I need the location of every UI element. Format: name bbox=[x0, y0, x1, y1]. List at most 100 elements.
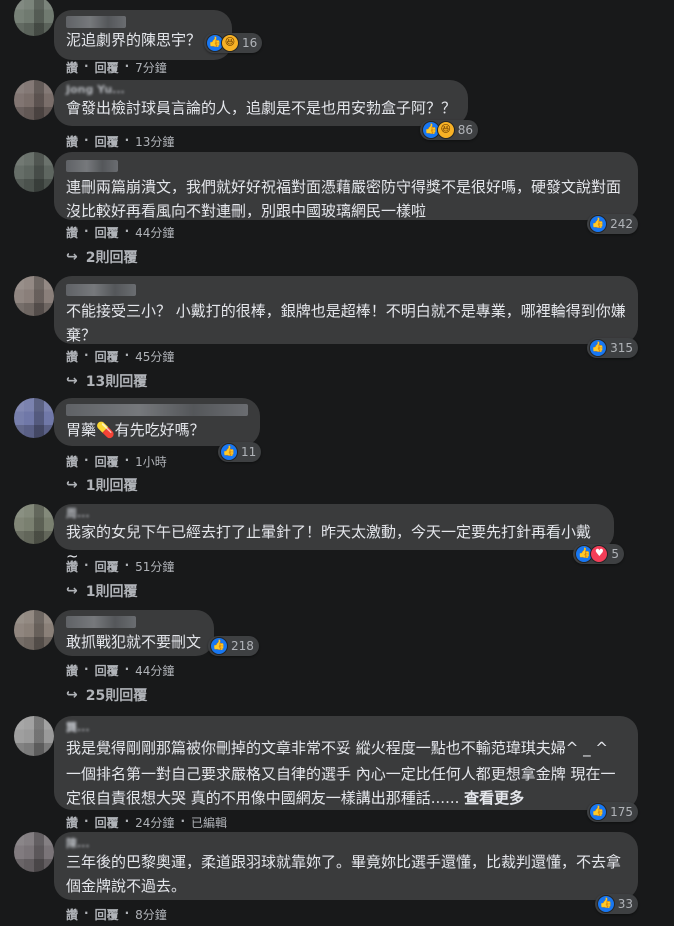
reply-link[interactable]: 回覆 bbox=[95, 662, 119, 679]
view-replies-link[interactable]: ↪ 25則回覆 bbox=[66, 685, 147, 705]
replies-count: 1則回覆 bbox=[85, 478, 138, 494]
reaction-summary[interactable]: 👍 😆 16 bbox=[204, 33, 263, 53]
comment-bubble: 泥追劇界的陳思宇？ 👍 😆 16 bbox=[54, 10, 263, 60]
avatar[interactable] bbox=[14, 276, 54, 316]
commenter-name-blurred[interactable] bbox=[66, 616, 136, 628]
reaction-count: 16 bbox=[242, 36, 258, 50]
avatar[interactable] bbox=[14, 398, 54, 438]
timestamp[interactable]: 8分鐘 bbox=[135, 906, 167, 923]
avatar[interactable] bbox=[14, 152, 54, 192]
commenter-name-blurred[interactable] bbox=[66, 404, 248, 416]
comment-bubble: Jong Yu... 會發出檢討球員言論的人，追劇是不是也用安勃盒子阿？？ 👍 😆… bbox=[54, 80, 478, 140]
comment-bubble: 胃藥💊有先吃好嗎？ 👍 11 bbox=[54, 398, 262, 462]
haha-icon: 😆 bbox=[436, 121, 455, 139]
timestamp[interactable]: 7分鐘 bbox=[135, 59, 167, 76]
timestamp[interactable]: 24分鐘 bbox=[135, 814, 174, 831]
avatar[interactable] bbox=[14, 716, 54, 756]
reaction-summary[interactable]: 👍 33 bbox=[594, 894, 638, 914]
avatar[interactable] bbox=[14, 832, 54, 872]
timestamp[interactable]: 44分鐘 bbox=[135, 662, 174, 679]
commenter-name[interactable]: 龔... bbox=[66, 722, 626, 734]
like-icon: 👍 bbox=[596, 895, 615, 913]
view-replies-link[interactable]: ↪ 13則回覆 bbox=[66, 371, 147, 391]
like-link[interactable]: 讚 bbox=[66, 224, 78, 241]
reaction-count: 86 bbox=[457, 123, 473, 137]
reply-link[interactable]: 回覆 bbox=[95, 348, 119, 365]
reaction-summary[interactable]: 👍 11 bbox=[218, 442, 262, 462]
reply-link[interactable]: 回覆 bbox=[95, 453, 119, 470]
reaction-summary[interactable]: 👍 175 bbox=[587, 802, 638, 822]
like-icon: 👍 bbox=[589, 215, 608, 233]
like-link[interactable]: 讚 bbox=[66, 662, 78, 679]
like-link[interactable]: 讚 bbox=[66, 133, 78, 150]
comment-actions: 讚 · 回覆 · 44分鐘 bbox=[66, 662, 175, 679]
reaction-summary[interactable]: 👍 ♥ 5 bbox=[573, 544, 624, 564]
commenter-name[interactable]: 周... bbox=[66, 508, 602, 520]
comment-bubble: 連刪兩篇崩潰文，我們就好好祝福對面憑藉嚴密防守得獎不是很好嗎，硬發文說對面沒比較… bbox=[54, 152, 638, 234]
view-replies-link[interactable]: ↪ 1則回覆 bbox=[66, 581, 137, 601]
comment-text: 不能接受三小？ 小戴打的很棒，銀牌也是超棒！不明白就不是專業，哪裡輪得到你嫌棄？ bbox=[66, 302, 626, 344]
comment-text-second-paragraph: 一個排名第一對自己要求嚴格又自律的選手 內心一定比任何人都更想拿金牌 現在一定很… bbox=[66, 765, 616, 807]
like-icon: 👍 bbox=[220, 443, 238, 461]
like-link[interactable]: 讚 bbox=[66, 906, 78, 923]
like-link[interactable]: 讚 bbox=[66, 558, 78, 575]
comment-actions: 讚 · 回覆 · 7分鐘 bbox=[66, 59, 167, 76]
reply-link[interactable]: 回覆 bbox=[95, 59, 119, 76]
avatar[interactable] bbox=[14, 0, 54, 36]
reply-link[interactable]: 回覆 bbox=[95, 224, 119, 241]
comment-actions: 讚 · 回覆 · 51分鐘 bbox=[66, 558, 175, 575]
like-link[interactable]: 讚 bbox=[66, 453, 78, 470]
reaction-summary[interactable]: 👍 315 bbox=[587, 338, 638, 358]
comment-bubble: 周... 我家的女兒下午已經去打了止暈針了！昨天太激動，今天一定要先打針再看小戴… bbox=[54, 504, 624, 565]
replies-count: 2則回覆 bbox=[85, 250, 138, 266]
reply-arrow-icon: ↪ bbox=[66, 373, 78, 389]
edited-label: 已編輯 bbox=[191, 816, 228, 830]
replies-count: 25則回覆 bbox=[85, 688, 148, 704]
commenter-name-blurred[interactable] bbox=[66, 284, 136, 296]
reply-link[interactable]: 回覆 bbox=[95, 906, 119, 923]
reaction-summary[interactable]: 👍 242 bbox=[587, 214, 638, 234]
timestamp[interactable]: 1小時 bbox=[135, 453, 167, 470]
comment-text-continued: 一個排名第一對自己要求嚴格又自律的選手 內心一定比任何人都更想拿金牌 現在一定很… bbox=[66, 762, 626, 810]
like-icon: 👍 bbox=[589, 803, 608, 821]
replies-count: 1則回覆 bbox=[85, 584, 138, 600]
comment-text: 會發出檢討球員言論的人，追劇是不是也用安勃盒子阿？？ bbox=[66, 99, 457, 117]
comment-text: 泥追劇界的陳思宇？ bbox=[66, 31, 202, 49]
comment-actions: 讚 · 回覆 · 13分鐘 bbox=[66, 133, 175, 150]
love-icon: ♥ bbox=[590, 545, 609, 563]
timestamp[interactable]: 51分鐘 bbox=[135, 558, 174, 575]
comment-bubble: 敢抓戰犯就不要刪文 👍 218 bbox=[54, 610, 259, 656]
commenter-name[interactable]: 陳... bbox=[66, 838, 626, 850]
like-link[interactable]: 讚 bbox=[66, 59, 78, 76]
timestamp[interactable]: 45分鐘 bbox=[135, 348, 174, 365]
comment-text: 胃藥💊有先吃好嗎？ bbox=[66, 421, 205, 439]
see-more-link[interactable]: 查看更多 bbox=[464, 789, 524, 807]
reaction-summary[interactable]: 👍 😆 86 bbox=[419, 120, 478, 140]
haha-icon: 😆 bbox=[221, 34, 239, 52]
like-icon: 👍 bbox=[210, 637, 228, 655]
reaction-summary[interactable]: 👍 218 bbox=[208, 636, 259, 656]
reply-arrow-icon: ↪ bbox=[66, 687, 78, 703]
commenter-name-blurred[interactable] bbox=[66, 16, 126, 28]
view-replies-link[interactable]: ↪ 2則回覆 bbox=[66, 247, 137, 267]
reply-link[interactable]: 回覆 bbox=[95, 558, 119, 575]
timestamp[interactable]: 44分鐘 bbox=[135, 224, 174, 241]
timestamp[interactable]: 13分鐘 bbox=[135, 133, 174, 150]
view-replies-link[interactable]: ↪ 1則回覆 bbox=[66, 475, 137, 495]
comment-text: 我是覺得剛剛那篇被你刪掉的文章非常不妥 縱火程度一點也不輸范瑋琪夫婦^ _ ^ bbox=[66, 739, 608, 757]
reply-arrow-icon: ↪ bbox=[66, 249, 78, 265]
reply-link[interactable]: 回覆 bbox=[95, 133, 119, 150]
reply-arrow-icon: ↪ bbox=[66, 477, 78, 493]
reaction-count: 5 bbox=[611, 547, 619, 561]
like-link[interactable]: 讚 bbox=[66, 348, 78, 365]
comment-actions: 讚 · 回覆 · 1小時 bbox=[66, 453, 167, 470]
like-link[interactable]: 讚 bbox=[66, 814, 78, 831]
commenter-name-blurred[interactable] bbox=[66, 160, 118, 172]
avatar[interactable] bbox=[14, 80, 54, 120]
reply-link[interactable]: 回覆 bbox=[95, 814, 119, 831]
commenter-name[interactable]: Jong Yu... bbox=[66, 84, 456, 96]
replies-count: 13則回覆 bbox=[85, 374, 148, 390]
avatar[interactable] bbox=[14, 610, 54, 650]
comment-bubble: 陳... 三年後的巴黎奧運，柔道跟羽球就靠妳了。畢竟妳比選手還懂，比裁判還懂，不… bbox=[54, 832, 638, 914]
avatar[interactable] bbox=[14, 504, 54, 544]
